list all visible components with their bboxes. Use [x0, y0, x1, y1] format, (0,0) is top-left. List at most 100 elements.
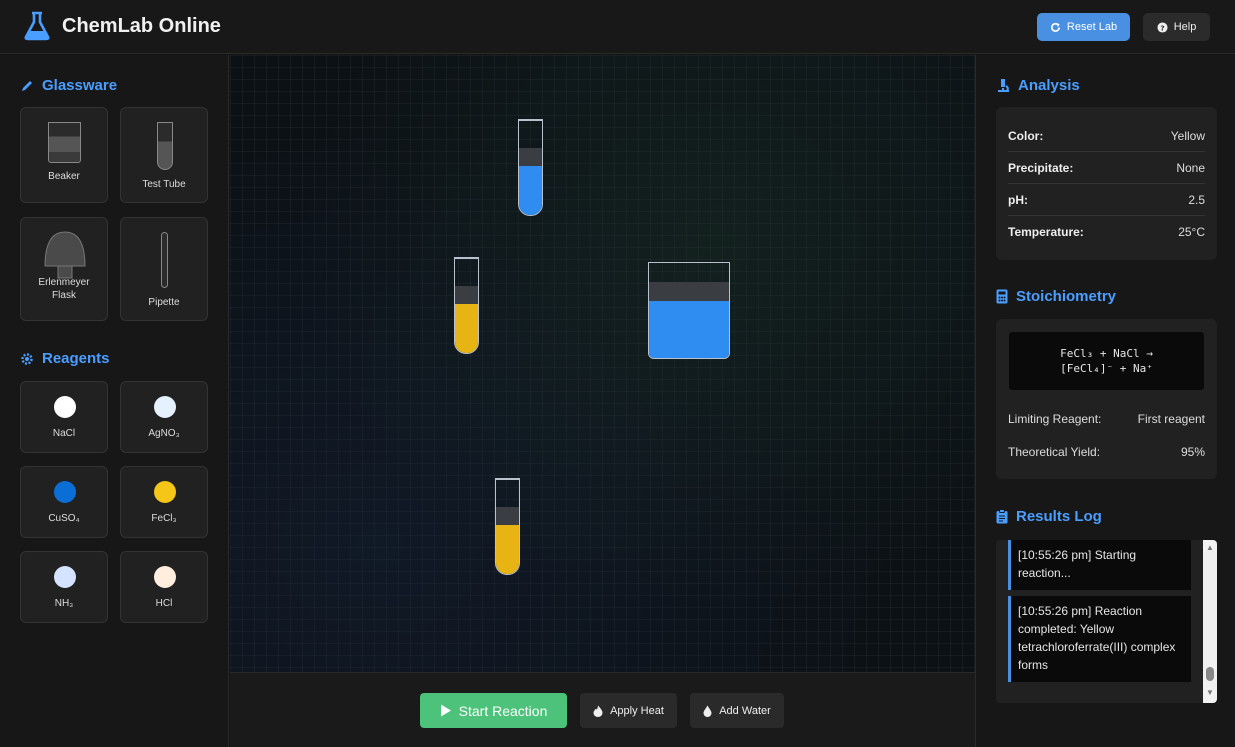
analysis-value: Yellow: [1170, 128, 1205, 143]
reagent-dot: [154, 566, 176, 588]
reagent-item-fecl3[interactable]: FeCl₃: [120, 466, 208, 538]
reagent-label: FeCl₃: [151, 513, 177, 524]
beaker-label: Beaker: [48, 171, 80, 182]
analysis-row-precipitate: Precipitate: None: [1008, 152, 1205, 184]
help-button[interactable]: ? Help: [1143, 13, 1210, 41]
scroll-up-arrow-icon[interactable]: ▲: [1205, 543, 1215, 552]
reagent-label: HCl: [155, 598, 173, 609]
glassware-item-test-tube[interactable]: Test Tube: [120, 107, 208, 203]
erlenmeyer-flask-icon: [44, 231, 86, 279]
headspace: [496, 507, 519, 525]
beaker-icon: [48, 122, 81, 163]
pipette-label: Pipette: [148, 297, 180, 308]
results-log-list[interactable]: [10:55:26 pm] Starting reaction... [10:5…: [996, 540, 1217, 703]
reagent-label: NaCl: [52, 428, 76, 439]
stoichiometry-title: Stoichiometry: [1016, 288, 1117, 305]
reagent-label: AgNO₃: [148, 428, 180, 439]
play-icon: [440, 704, 451, 717]
scroll-down-arrow-icon[interactable]: ▼: [1205, 688, 1215, 697]
workspace-test-tube[interactable]: [454, 257, 479, 354]
reagents-heading: Reagents: [20, 350, 110, 367]
theoretical-yield-value: 95%: [1180, 445, 1205, 459]
glassware-item-beaker[interactable]: Beaker: [20, 107, 108, 203]
chemical-equation: FeCl₃ + NaCl → [FeCl₄]⁻ + Na⁺: [1009, 332, 1204, 390]
flask-logo-icon: [24, 11, 50, 41]
results-log-scrollbar[interactable]: ▲ ▼: [1203, 540, 1217, 703]
log-entry: [10:55:26 pm] Reaction completed: Yellow…: [1008, 596, 1191, 682]
svg-text:?: ?: [1160, 23, 1164, 32]
workspace-test-tube[interactable]: [518, 119, 543, 216]
analysis-key: Temperature:: [1008, 225, 1084, 239]
equation-line-1: FeCl₃ + NaCl →: [1060, 347, 1153, 360]
app-header: ChemLab Online Reset Lab ? Help: [0, 0, 1235, 54]
microscope-icon: [998, 79, 1009, 92]
workspace-test-tube[interactable]: [495, 478, 520, 575]
headspace: [455, 286, 478, 304]
reaction-controls: Start Reaction Apply Heat Add Water: [230, 672, 975, 747]
analysis-title: Analysis: [1018, 77, 1080, 94]
refresh-icon: [1050, 22, 1060, 32]
limiting-reagent-value: First reagent: [1137, 412, 1205, 426]
tube-liquid: [455, 304, 478, 353]
analysis-key: Color:: [1008, 128, 1044, 143]
reagent-item-cuso4[interactable]: CuSO₄: [20, 466, 108, 538]
left-sidebar: Glassware Beaker Test Tube Erlenmeyer Fl…: [0, 55, 229, 747]
pipette-icon: [161, 232, 168, 288]
glassware-item-pipette[interactable]: Pipette: [120, 217, 208, 321]
reagent-dot: [54, 481, 76, 503]
calculator-icon: [996, 289, 1008, 304]
glassware-title: Glassware: [42, 77, 118, 94]
limiting-reagent-key: Limiting Reagent:: [1008, 412, 1102, 426]
start-reaction-label: Start Reaction: [458, 702, 548, 719]
analysis-key: pH:: [1008, 192, 1028, 207]
limiting-reagent-row: Limiting Reagent: First reagent: [1008, 412, 1205, 426]
analysis-value: 2.5: [1188, 192, 1205, 207]
flame-icon: [593, 705, 603, 717]
apply-heat-label: Apply Heat: [610, 704, 664, 717]
droplet-icon: [703, 705, 712, 717]
start-reaction-button[interactable]: Start Reaction: [420, 693, 567, 728]
erlenmeyer-flask-label: Erlenmeyer Flask: [38, 277, 90, 301]
theoretical-yield-key: Theoretical Yield:: [1008, 445, 1101, 459]
analysis-panel: Color: Yellow Precipitate: None pH: 2.5 …: [996, 107, 1217, 260]
stoichiometry-panel: FeCl₃ + NaCl → [FeCl₄]⁻ + Na⁺ Limiting R…: [996, 319, 1217, 479]
clipboard-icon: [996, 509, 1008, 524]
apply-heat-button[interactable]: Apply Heat: [580, 693, 677, 728]
beaker-liquid: [649, 301, 729, 358]
headspace: [649, 282, 729, 301]
help-label: Help: [1173, 21, 1197, 33]
reset-lab-button[interactable]: Reset Lab: [1037, 13, 1130, 41]
log-entry: [10:55:26 pm] Starting reaction...: [1008, 540, 1191, 590]
equation-line-2: [FeCl₄]⁻ + Na⁺: [1060, 362, 1153, 375]
reagent-item-nacl[interactable]: NaCl: [20, 381, 108, 453]
test-tube-label: Test Tube: [142, 179, 186, 190]
analysis-key: Precipitate:: [1008, 160, 1074, 175]
results-log-heading: Results Log: [996, 508, 1102, 525]
scrollbar-thumb[interactable]: [1206, 667, 1214, 681]
reagent-dot: [154, 481, 176, 503]
analysis-value: None: [1176, 160, 1205, 175]
glassware-item-erlenmeyer-flask[interactable]: Erlenmeyer Flask: [20, 217, 108, 321]
reagent-label: NH₃: [54, 598, 74, 609]
analysis-heading: Analysis: [996, 77, 1080, 94]
headspace: [519, 148, 542, 166]
theoretical-yield-row: Theoretical Yield: 95%: [1008, 445, 1205, 459]
workspace-beaker[interactable]: [648, 262, 730, 359]
reagent-dot: [54, 566, 76, 588]
reagent-dot: [154, 396, 176, 418]
gear-icon: [21, 352, 33, 365]
pencil-icon: [22, 80, 32, 91]
add-water-button[interactable]: Add Water: [690, 693, 784, 728]
analysis-value: 25°C: [1178, 225, 1205, 239]
reagent-dot: [54, 396, 76, 418]
results-log-title: Results Log: [1016, 508, 1102, 525]
reset-lab-label: Reset Lab: [1066, 21, 1118, 33]
reagent-item-hcl[interactable]: HCl: [120, 551, 208, 623]
lab-workspace[interactable]: [230, 55, 975, 672]
reagent-item-nh3[interactable]: NH₃: [20, 551, 108, 623]
add-water-label: Add Water: [719, 704, 771, 717]
tube-liquid: [496, 525, 519, 574]
glassware-heading: Glassware: [20, 77, 117, 94]
right-sidebar: Analysis Color: Yellow Precipitate: None…: [975, 55, 1235, 747]
reagent-item-agno3[interactable]: AgNO₃: [120, 381, 208, 453]
